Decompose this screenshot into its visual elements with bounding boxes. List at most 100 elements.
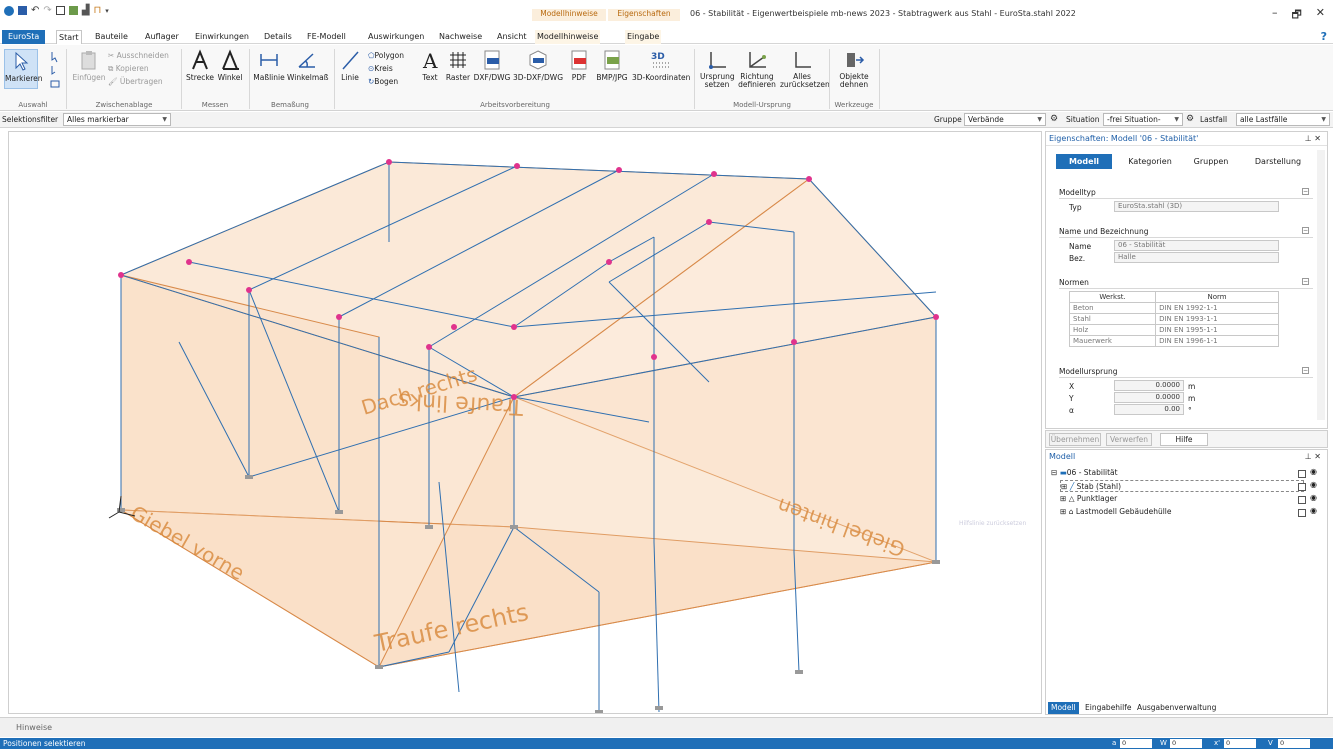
collapse-icon[interactable]: −: [1302, 367, 1309, 374]
visibility-checkbox[interactable]: [1298, 496, 1306, 504]
table-icon[interactable]: [68, 6, 78, 15]
tree-root[interactable]: ⊟ ▬06 - Stabilität: [1051, 467, 1118, 479]
save-icon[interactable]: [18, 6, 27, 15]
collapse-icon[interactable]: −: [1302, 188, 1309, 195]
name-field[interactable]: 06 - Stabilität: [1114, 240, 1279, 251]
einfuegen-button[interactable]: Einfügen: [72, 49, 106, 82]
3d-viewport[interactable]: Dach rechts Traufe links Giebel vorne Gi…: [8, 131, 1042, 714]
tab-darstellung[interactable]: Darstellung: [1242, 154, 1314, 169]
bottom-tab-eingabehilfe[interactable]: Eingabehilfe: [1082, 702, 1134, 714]
tab-auswirkungen[interactable]: Auswirkungen: [366, 30, 426, 44]
table-row[interactable]: Beton DIN EN 1992-1-1: [1068, 302, 1279, 314]
x-field[interactable]: 0.0000: [1114, 380, 1184, 391]
eye-icon[interactable]: ◉: [1310, 506, 1317, 515]
koord3d-button[interactable]: 3D 3D-Koordinaten: [632, 49, 690, 82]
tab-bauteile[interactable]: Bauteile: [93, 30, 130, 44]
kopieren-button[interactable]: ⧉ Kopieren: [108, 64, 149, 74]
status-field-x[interactable]: 0: [1224, 739, 1256, 748]
tab-nachweise[interactable]: Nachweise: [437, 30, 484, 44]
tree-item-lastmodell[interactable]: ⊞ ⌂ Lastmodell Gebäudehülle: [1060, 506, 1172, 518]
tab-kategorien[interactable]: Kategorien: [1120, 154, 1180, 169]
ausschneiden-button[interactable]: ✂ Ausschneiden: [108, 51, 169, 60]
gruppe-dropdown[interactable]: Verbände ▼: [964, 113, 1046, 126]
dxf3d-button[interactable]: 3D-DXF/DWG: [513, 49, 563, 82]
winkel-button[interactable]: Winkel: [216, 49, 244, 82]
strecke-button[interactable]: Strecke: [186, 49, 214, 82]
tab-gruppen[interactable]: Gruppen: [1182, 154, 1240, 169]
pin-close-icon[interactable]: ⊥ ✕: [1305, 132, 1321, 146]
typ-field[interactable]: EuroSta.stahl (3D): [1114, 201, 1279, 212]
help-icon[interactable]: ?: [1321, 30, 1327, 43]
eye-icon[interactable]: ◉: [1310, 467, 1317, 476]
visibility-checkbox[interactable]: [1298, 483, 1306, 491]
tree-item-punktlager[interactable]: ⊞ △ Punktlager: [1060, 493, 1117, 505]
restore-button[interactable]: 🗗: [1291, 6, 1301, 25]
verwerfen-button[interactable]: Verwerfen: [1106, 433, 1152, 446]
tab-modell[interactable]: Modell: [1056, 154, 1112, 169]
tab-fe-modell[interactable]: FE-Modell: [305, 30, 348, 44]
uebernehmen-button[interactable]: Übernehmen: [1049, 433, 1101, 446]
redo-icon[interactable]: ↷: [43, 5, 51, 16]
collapse-icon[interactable]: −: [1302, 227, 1309, 234]
expand-icon[interactable]: ⊞: [1060, 494, 1066, 503]
tab-details[interactable]: Details: [262, 30, 294, 44]
bmp-button[interactable]: BMP/JPG: [594, 49, 630, 82]
visibility-checkbox[interactable]: [1298, 509, 1306, 517]
objekte-dehnen-button[interactable]: Objekte dehnen: [834, 49, 874, 89]
kreis-button[interactable]: ⊙Kreis: [368, 64, 393, 73]
markieren-button[interactable]: Markieren: [4, 49, 42, 89]
visibility-checkbox[interactable]: [1298, 470, 1306, 478]
selection-mode-icons[interactable]: [50, 51, 62, 91]
collapse-icon[interactable]: ⊟: [1051, 468, 1057, 477]
alles-zuruecksetzen-button[interactable]: Alles zurücksetzen: [780, 49, 830, 89]
status-field-v[interactable]: 0: [1278, 739, 1310, 748]
situation-dropdown[interactable]: -frei Situation- ▼: [1103, 113, 1183, 126]
selektionsfilter-dropdown[interactable]: Alles markierbar ▼: [63, 113, 171, 126]
pin-close-icon[interactable]: ⊥ ✕: [1305, 452, 1321, 461]
linie-button[interactable]: Linie: [338, 49, 362, 82]
tab-auflager[interactable]: Auflager: [143, 30, 181, 44]
uebertragen-button[interactable]: 🖌 Übertragen: [108, 77, 163, 86]
richtung-definieren-button[interactable]: Richtung definieren: [738, 49, 776, 89]
minimize-button[interactable]: –: [1272, 6, 1278, 25]
eye-icon[interactable]: ◉: [1310, 493, 1317, 502]
hilfe-button[interactable]: Hilfe: [1160, 433, 1208, 446]
tab-eurosta[interactable]: EuroSta: [2, 30, 46, 44]
properties-scrollbar[interactable]: [1317, 150, 1325, 420]
pdf-button[interactable]: PDF: [566, 49, 592, 82]
expand-icon[interactable]: ⊞: [1061, 482, 1067, 491]
lastfall-dropdown[interactable]: alle Lastfälle ▼: [1236, 113, 1330, 126]
polygon-button[interactable]: ⬠Polygon: [368, 51, 404, 60]
situation-settings-icon[interactable]: ⚙: [1050, 114, 1058, 124]
dxf-button[interactable]: DXF/DWG: [473, 49, 511, 82]
table-row[interactable]: Stahl DIN EN 1993-1-1: [1068, 313, 1279, 325]
hinweise-bar[interactable]: Hinweise: [0, 717, 1333, 737]
text-button[interactable]: A Text: [418, 49, 442, 82]
table-row[interactable]: Holz DIN EN 1995-1-1: [1068, 324, 1279, 336]
grid-icon[interactable]: [55, 6, 65, 15]
undo-icon[interactable]: ↶: [31, 5, 39, 16]
collapse-icon[interactable]: −: [1302, 278, 1309, 285]
winkelmass-button[interactable]: Winkelmaß: [287, 49, 329, 82]
status-field-w[interactable]: 0: [1170, 739, 1202, 748]
eye-icon[interactable]: ◉: [1310, 480, 1317, 489]
overlay-icon[interactable]: ⊓: [93, 5, 101, 16]
chart-icon[interactable]: ▟: [82, 5, 90, 16]
bez-field[interactable]: Halle: [1114, 252, 1279, 263]
bottom-tab-modell[interactable]: Modell: [1048, 702, 1079, 714]
alpha-field[interactable]: 0.00: [1114, 404, 1184, 415]
bogen-button[interactable]: ↻Bogen: [368, 77, 398, 86]
structure-drawing[interactable]: Dach rechts Traufe links Giebel vorne Gi…: [9, 132, 1042, 714]
tab-eingabe[interactable]: Eingabe: [625, 30, 662, 44]
tree-item-stab[interactable]: ⊞ ╱ Stab (Stahl): [1060, 480, 1304, 492]
tab-modellhinweise[interactable]: Modellhinweise: [535, 30, 601, 44]
table-row[interactable]: Mauerwerk DIN EN 1996-1-1: [1068, 335, 1279, 347]
expand-icon[interactable]: ⊞: [1060, 507, 1066, 516]
tab-start[interactable]: Start: [56, 30, 82, 44]
status-field-a[interactable]: 0: [1120, 739, 1152, 748]
tab-ansicht[interactable]: Ansicht: [495, 30, 529, 44]
raster-button[interactable]: Raster: [445, 49, 471, 82]
y-field[interactable]: 0.0000: [1114, 392, 1184, 403]
tab-einwirkungen[interactable]: Einwirkungen: [193, 30, 251, 44]
masslinie-button[interactable]: Maßlinie: [252, 49, 286, 82]
